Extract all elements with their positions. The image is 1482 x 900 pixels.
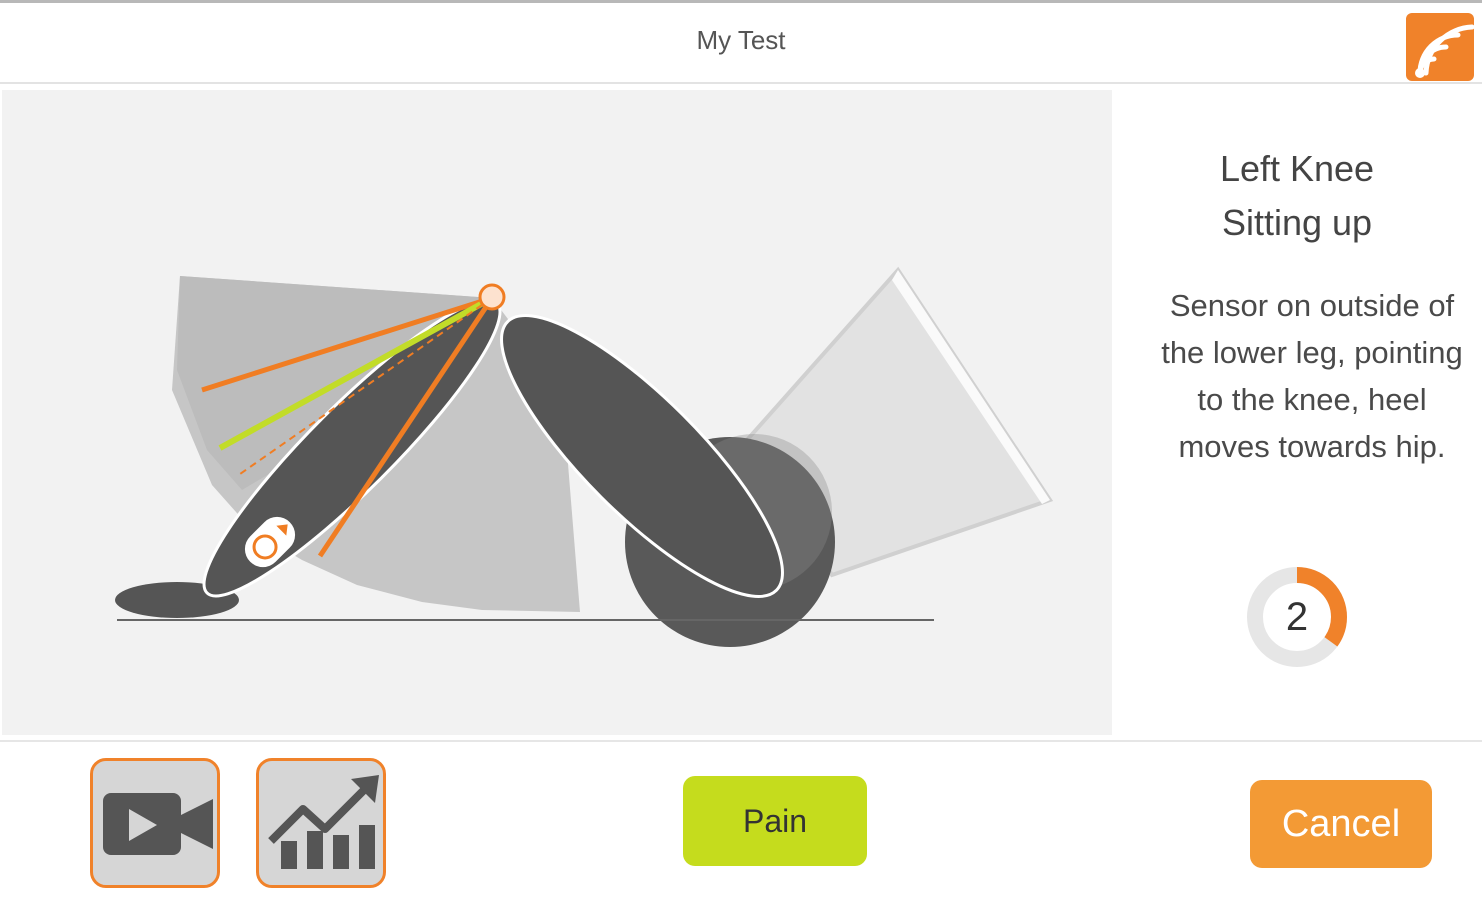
- page-title: My Test: [696, 25, 786, 55]
- trend-chart-icon: [268, 775, 379, 869]
- cancel-button[interactable]: Cancel: [1250, 780, 1432, 868]
- bottom-toolbar: Pain Cancel: [0, 740, 1482, 900]
- knee-marker: [478, 283, 506, 311]
- video-camera-icon: [103, 793, 213, 855]
- chart-button[interactable]: [256, 758, 386, 888]
- instruction-text: Sensor on outside of the lower leg, poin…: [1161, 288, 1463, 464]
- repetition-counter: 2: [1245, 565, 1349, 669]
- counter-value: 2: [1285, 595, 1309, 639]
- exercise-illustration: [2, 90, 1112, 735]
- video-button[interactable]: [90, 758, 220, 888]
- joint-name: Left Knee: [1219, 148, 1375, 189]
- joint-position: Sitting up: [1221, 202, 1373, 243]
- pain-button[interactable]: Pain: [683, 776, 867, 866]
- wireless-signal-logo: [1406, 13, 1474, 81]
- title-bar: My Test: [0, 0, 1482, 84]
- instructions-panel: Left Knee Sitting up Sensor on outside o…: [1112, 90, 1482, 735]
